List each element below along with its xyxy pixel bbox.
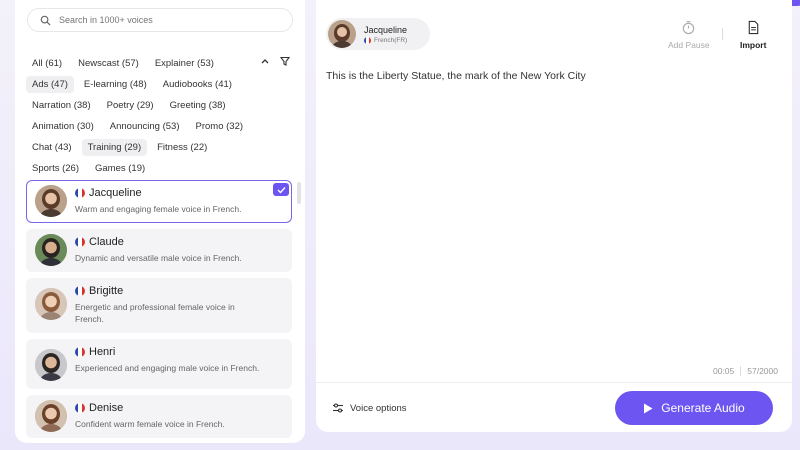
voice-card-denise[interactable]: Denise Confident warm female voice in Fre… <box>26 395 292 438</box>
filter-icon[interactable] <box>279 55 291 67</box>
duration-readout: 00:05 <box>712 366 735 376</box>
search-box[interactable] <box>27 8 293 32</box>
avatar <box>35 185 67 217</box>
avatar <box>35 400 67 432</box>
import-button[interactable]: Import <box>740 20 766 50</box>
france-flag-icon <box>75 403 85 413</box>
avatar <box>328 20 356 48</box>
voice-library-panel: All (61)Newscast (57)Explainer (53) Ads (… <box>15 0 305 443</box>
filter-tag[interactable]: Training (29) <box>81 139 148 156</box>
avatar <box>35 287 67 320</box>
filter-tag[interactable]: Greeting (38) <box>164 97 232 114</box>
voice-name: Jacqueline <box>89 187 142 199</box>
voice-name: Denise <box>89 402 124 414</box>
france-flag-icon <box>75 285 85 296</box>
filter-row: Ads (47) E-learning (48) Audiobooks (41) <box>26 76 238 93</box>
voice-name: Claude <box>89 235 124 248</box>
add-pause-label: Add Pause <box>668 40 710 50</box>
filter-tag[interactable]: Narration (38) <box>26 97 97 114</box>
current-voice-name: Jacqueline <box>364 24 408 35</box>
voice-description: Experienced and engaging male voice in F… <box>75 363 260 373</box>
voice-card-brigitte[interactable]: Brigitte Energetic and professional femal… <box>26 277 292 333</box>
filter-row: Animation (30) Announcing (53) Promo (32) <box>26 118 249 135</box>
voice-description: Energetic and professional female voice … <box>75 301 235 325</box>
filter-tag[interactable]: Ads (47) <box>26 76 74 93</box>
chevron-up-icon[interactable] <box>259 55 271 67</box>
voice-options-button[interactable]: Voice options <box>332 402 407 414</box>
script-text[interactable]: This is the Liberty Statue, the mark of … <box>326 70 586 82</box>
filter-tag[interactable]: Explainer (53) <box>149 55 220 72</box>
voice-name: Henri <box>89 346 116 358</box>
char-count: 57/2000 <box>747 366 778 376</box>
filter-tag[interactable]: All (61) <box>26 55 68 72</box>
search-icon <box>40 15 51 26</box>
voice-description: Warm and engaging female voice in French… <box>75 204 242 214</box>
document-icon <box>748 20 758 35</box>
counter-divider <box>740 366 742 376</box>
filter-row: Narration (38) Poetry (29) Greeting (38) <box>26 97 232 114</box>
france-flag-icon <box>75 236 85 247</box>
france-flag-icon <box>364 36 371 44</box>
filter-tag[interactable]: Sports (26) <box>26 160 85 177</box>
filter-row: Sports (26) Games (19) <box>26 160 151 177</box>
filter-tag[interactable]: E-learning (48) <box>78 76 153 93</box>
timer-icon <box>683 21 695 35</box>
france-flag-icon <box>75 188 85 198</box>
filter-tag[interactable]: Promo (32) <box>190 118 250 135</box>
france-flag-icon <box>75 347 85 357</box>
voice-card-jacqueline[interactable]: Jacqueline Warm and engaging female voice… <box>26 180 292 223</box>
import-label: Import <box>740 40 767 50</box>
voice-card-claude[interactable]: Claude Dynamic and versatile male voice i… <box>26 228 292 272</box>
filter-tag[interactable]: Poetry (29) <box>101 97 160 114</box>
filter-tag[interactable]: Audiobooks (41) <box>157 76 238 93</box>
voice-options-label: Voice options <box>350 402 407 414</box>
avatar <box>35 233 67 266</box>
toolbar-divider <box>722 28 723 40</box>
filter-row: Chat (43) Training (29) Fitness (22) <box>26 139 213 156</box>
add-pause-button[interactable]: Add Pause <box>668 20 710 50</box>
filter-tag[interactable]: Chat (43) <box>26 139 78 156</box>
current-voice-chip[interactable]: Jacqueline French(FR) <box>326 18 430 50</box>
avatar <box>35 349 67 381</box>
search-input[interactable] <box>59 15 259 25</box>
filter-tag[interactable]: Animation (30) <box>26 118 100 135</box>
current-voice-lang: French(FR) <box>374 36 408 44</box>
counter: 00:05 57/2000 <box>713 366 778 376</box>
filter-row: All (61) Newscast (57) Explainer (53) <box>26 55 220 72</box>
editor-panel: Jacqueline French(FR) Add Pause Import T… <box>316 0 792 432</box>
filter-tag[interactable]: Fitness (22) <box>151 139 213 156</box>
voice-description: Confident warm female voice in French. <box>75 419 225 429</box>
footer-divider <box>316 382 792 383</box>
voice-list: Jacqueline Warm and engaging female voice… <box>26 180 292 443</box>
sliders-icon <box>333 403 343 413</box>
generate-audio-button[interactable]: Generate Audio <box>615 391 773 425</box>
filter-tag[interactable]: Announcing (53) <box>104 118 186 135</box>
voice-name: Brigitte <box>89 284 124 297</box>
play-icon <box>644 403 653 413</box>
filter-tag[interactable]: Games (19) <box>89 160 151 177</box>
generate-audio-label: Generate Audio <box>661 401 745 415</box>
voice-card-henri[interactable]: Henri Experienced and engaging male voice… <box>26 339 292 389</box>
voice-description: Dynamic and versatile male voice in Fren… <box>75 252 242 263</box>
scrollbar[interactable] <box>297 182 301 204</box>
check-icon <box>273 183 289 196</box>
filter-tag[interactable]: Newscast (57) <box>72 55 145 72</box>
